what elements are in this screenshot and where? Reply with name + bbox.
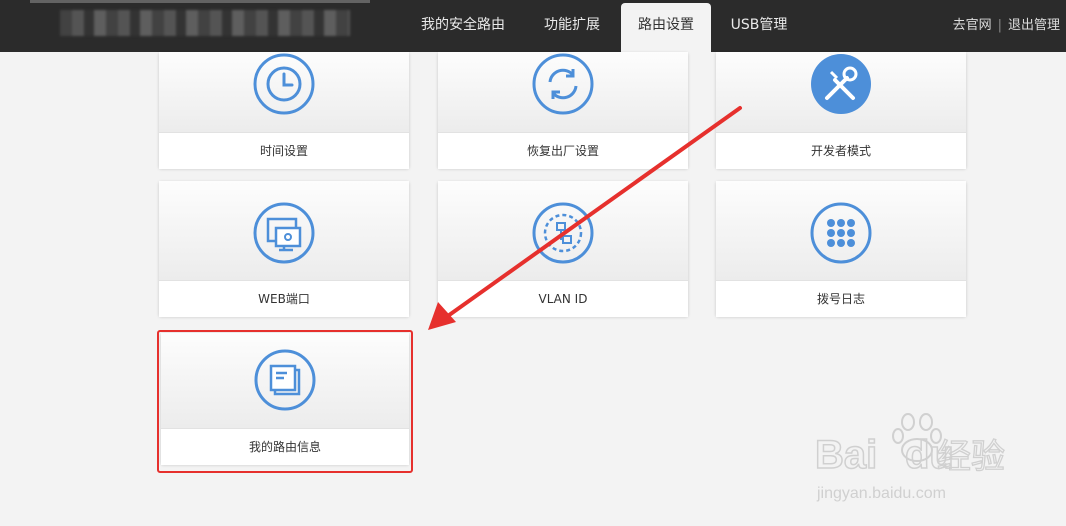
watermark-brand: Bai [815, 433, 877, 477]
baidu-watermark: Bai du 经验 jingyan.baidu.com [815, 413, 1006, 502]
watermark-url: jingyan.baidu.com [816, 485, 946, 502]
watermark-suffix: 经验 [937, 437, 1005, 477]
